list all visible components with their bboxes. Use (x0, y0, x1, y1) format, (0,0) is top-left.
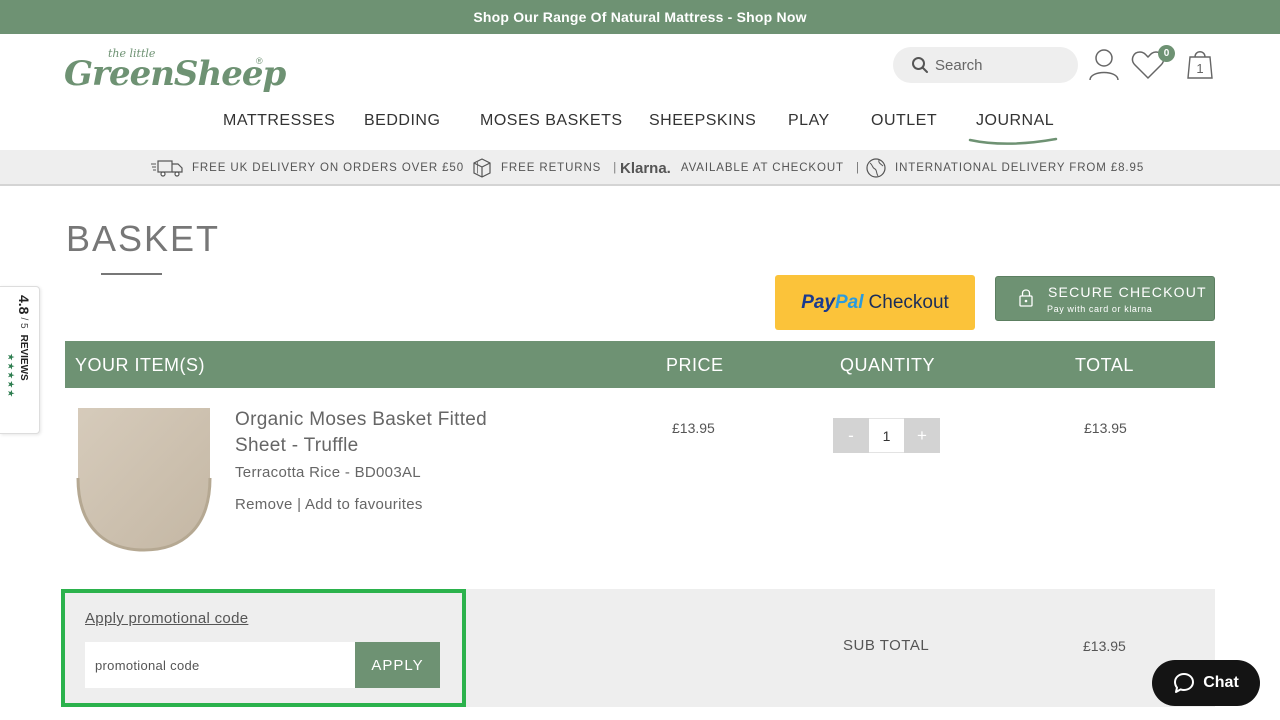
usp-international-text: INTERNATIONAL DELIVERY FROM £8.95 (895, 162, 1145, 174)
paypal-checkout-button[interactable]: Pay Pal Checkout (775, 275, 975, 330)
reviews-side-tab[interactable]: 4.8 / 5 REVIEWS ★★★★★ (0, 286, 40, 434)
reviews-tab-content: 4.8 / 5 REVIEWS ★★★★★ (6, 295, 32, 427)
search-bar[interactable] (893, 47, 1078, 83)
links-separator: | (297, 496, 302, 513)
usp-klarna-text: AVAILABLE AT CHECKOUT (680, 162, 844, 174)
product-image[interactable] (72, 408, 214, 552)
promo-code-section: Apply promotional code APPLY (61, 589, 466, 707)
main-nav: MATTRESSES BEDDING MOSES BASKETS SHEEPSK… (0, 112, 1280, 145)
top-promo-banner[interactable]: Shop Our Range Of Natural Mattress - Sho… (0, 0, 1280, 34)
promo-code-input[interactable] (85, 642, 356, 688)
paypal-logo-pay: Pay (801, 291, 835, 313)
review-score: 4.8 (16, 295, 32, 315)
usp-delivery-text: FREE UK DELIVERY ON ORDERS OVER £50 (192, 162, 465, 174)
nav-item-bedding[interactable]: BEDDING (364, 112, 440, 130)
usp-klarna: Klarna. AVAILABLE AT CHECKOUT | (620, 150, 860, 186)
usp-separator: | (613, 162, 618, 174)
usp-delivery: FREE UK DELIVERY ON ORDERS OVER £50 | (150, 150, 480, 186)
nav-item-sheepskins[interactable]: SHEEPSKINS (649, 112, 756, 130)
delivery-truck-icon (151, 160, 183, 177)
reviews-brand: REVIEWS (18, 334, 30, 381)
page-title: BASKET (66, 218, 221, 259)
nav-item-journal[interactable]: JOURNAL (976, 112, 1054, 130)
nav-item-play[interactable]: PLAY (788, 112, 830, 130)
item-line-total: £13.95 (1084, 420, 1127, 436)
search-input[interactable] (935, 56, 1065, 74)
logo-registered-mark: ® (256, 56, 263, 66)
chat-bubble-icon (1174, 673, 1195, 693)
product-name[interactable]: Organic Moses Basket Fitted Sheet - Truf… (235, 407, 535, 459)
search-icon (912, 57, 928, 73)
qty-increase-button[interactable]: + (904, 418, 940, 453)
subtotal-label: SUB TOTAL (843, 637, 930, 654)
header-items: YOUR ITEM(S) (75, 355, 205, 375)
nav-item-outlet[interactable]: OUTLET (871, 112, 937, 130)
review-stars-icon: ★★★★★ (6, 353, 16, 399)
usp-returns: FREE RETURNS | (471, 150, 617, 186)
banner-text[interactable]: Shop Our Range Of Natural Mattress - Sho… (473, 9, 806, 25)
header-quantity: QUANTITY (840, 355, 936, 375)
basket-count: 1 (1196, 60, 1204, 76)
product-variant: Terracotta Rice - BD003AL (235, 464, 421, 481)
subtotal-value: £13.95 (1083, 638, 1126, 654)
usp-bar: FREE UK DELIVERY ON ORDERS OVER £50 | FR… (0, 150, 1280, 186)
review-out-of: / 5 (18, 317, 30, 329)
returns-box-icon (473, 158, 491, 178)
site-logo[interactable]: the little GreenSheep ® (64, 44, 286, 102)
usp-international: INTERNATIONAL DELIVERY FROM £8.95 (865, 150, 1144, 186)
item-price: £13.95 (672, 420, 715, 436)
secure-checkout-label: SECURE CHECKOUT (1048, 284, 1207, 300)
qty-decrease-button[interactable]: - (833, 418, 869, 453)
apply-promo-button[interactable]: APPLY (355, 642, 440, 688)
klarna-logo: Klarna. (620, 159, 671, 177)
quantity-stepper: - + (833, 418, 940, 453)
wishlist-count-badge: 0 (1158, 45, 1175, 62)
title-underline (101, 273, 162, 275)
qty-input[interactable] (869, 418, 904, 453)
chat-button[interactable]: Chat (1152, 660, 1260, 706)
usp-returns-text: FREE RETURNS (501, 162, 602, 174)
header-total: TOTAL (1075, 355, 1134, 375)
apply-promo-link[interactable]: Apply promotional code (85, 610, 248, 627)
nav-item-mattresses[interactable]: MATTRESSES (223, 112, 335, 130)
usp-separator: | (855, 162, 860, 174)
header-price: PRICE (666, 355, 724, 375)
paypal-checkout-label: Checkout (868, 291, 949, 313)
secure-checkout-sublabel: Pay with card or klarna (1047, 304, 1153, 314)
nav-item-moses-baskets[interactable]: MOSES BASKETS (480, 112, 623, 130)
product-actions: Remove | Add to favourites (235, 496, 423, 513)
lock-icon (1019, 289, 1033, 307)
chat-label: Chat (1203, 674, 1239, 691)
globe-icon (866, 158, 886, 178)
secure-checkout-button[interactable]: SECURE CHECKOUT Pay with card or klarna (995, 276, 1215, 321)
paypal-logo-pal: Pal (835, 291, 864, 313)
account-icon[interactable] (1088, 48, 1120, 82)
nav-active-underline (968, 137, 1058, 145)
basket-table-header: YOUR ITEM(S) PRICE QUANTITY TOTAL (65, 341, 1215, 388)
logo-main-text: GreenSheep (64, 54, 286, 94)
add-to-favourites-link[interactable]: Add to favourites (305, 496, 423, 513)
remove-link[interactable]: Remove (235, 496, 293, 513)
